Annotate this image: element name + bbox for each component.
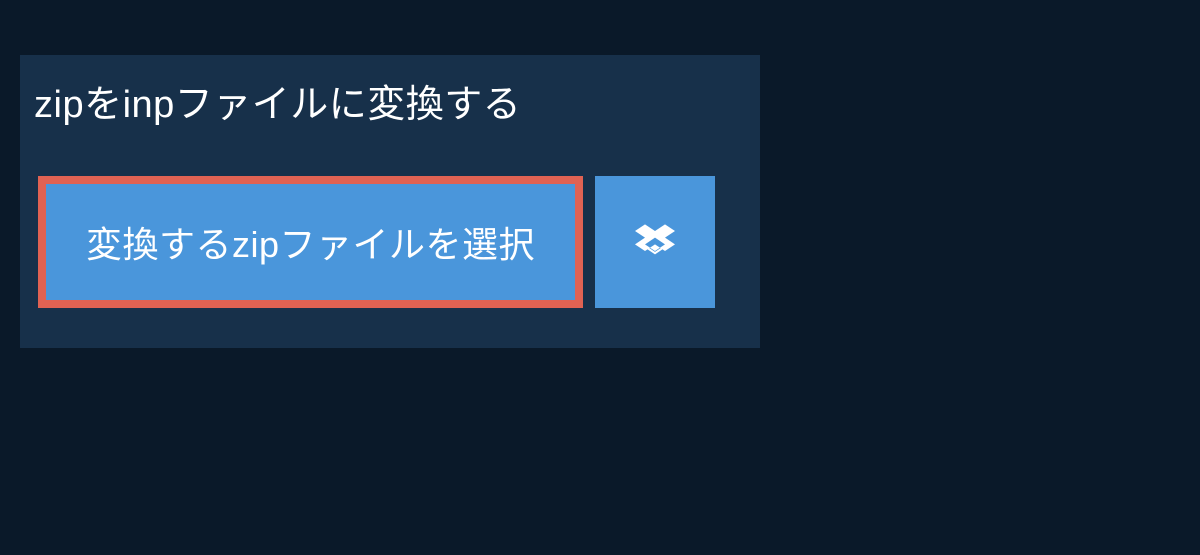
button-row: 変換するzipファイルを選択 [38,176,760,308]
heading-wrap: zipをinpファイルに変換する [20,55,549,146]
page-title: zipをinpファイルに変換する [34,73,521,128]
dropbox-icon [635,221,675,264]
conversion-panel: zipをinpファイルに変換する 変換するzipファイルを選択 [20,55,760,348]
dropbox-button[interactable] [595,176,715,308]
select-file-button[interactable]: 変換するzipファイルを選択 [38,176,583,308]
